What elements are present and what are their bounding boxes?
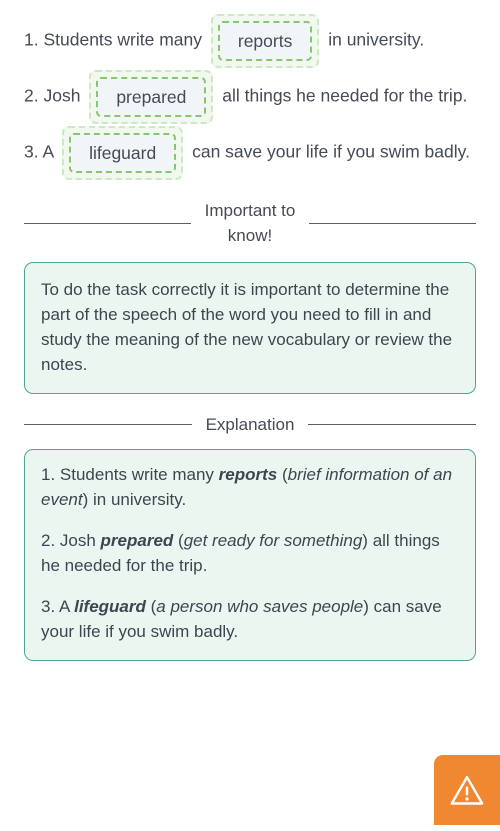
explanation-item-3-open-paren: ( — [145, 597, 157, 616]
lesson-page: 1. Students write many reports in univer… — [0, 0, 500, 831]
important-info-card: To do the task correctly it is important… — [24, 262, 476, 394]
explanation-item-3: 3. A lifeguard (a person who saves peopl… — [41, 594, 459, 644]
answer-chip-2[interactable]: prepared — [89, 70, 214, 124]
explanation-item-1-open-paren: ( — [277, 465, 288, 484]
task-sentence-2-after: all things he needed for the trip. — [222, 85, 468, 106]
explanation-divider-label: Explanation — [205, 415, 295, 434]
divider-line-left — [24, 424, 192, 425]
explanation-item-3-lead: 3. A — [41, 597, 75, 616]
answer-chip-3[interactable]: lifeguard — [62, 126, 184, 180]
divider-line-right — [308, 424, 476, 425]
task-sentence-1-after: in university. — [328, 29, 425, 50]
explanation-item-1-lead: 1. Students write many — [41, 465, 219, 484]
answer-chip-3-value[interactable]: lifeguard — [69, 133, 177, 173]
task-sentence-1: 1. Students write many reports in univer… — [24, 14, 476, 68]
answer-chip-2-value[interactable]: prepared — [96, 77, 207, 117]
divider-line-left — [24, 222, 191, 224]
explanation-item-2-lead: 2. Josh — [41, 531, 101, 550]
explanation-divider: Explanation — [24, 412, 476, 437]
important-info-text: To do the task correctly it is important… — [41, 280, 453, 374]
answer-chip-1[interactable]: reports — [210, 14, 320, 68]
report-problem-button[interactable] — [434, 755, 500, 825]
explanation-item-1: 1. Students write many reports (brief in… — [41, 462, 459, 512]
warning-triangle-icon — [449, 774, 485, 807]
explanation-item-3-keyword: lifeguard — [74, 597, 146, 616]
task-sentence-2-before: 2. Josh — [24, 85, 81, 106]
explanation-item-2-open-paren: ( — [173, 531, 184, 550]
explanation-item-1-tail: in university. — [92, 490, 187, 509]
task-sentence-list: 1. Students write many reports in univer… — [24, 0, 476, 180]
explanation-item-2: 2. Josh prepared (get ready for somethin… — [41, 528, 459, 578]
explanation-card: 1. Students write many reports (brief in… — [24, 449, 476, 661]
explanation-item-2-close-paren: ) — [362, 531, 373, 550]
explanation-item-1-keyword: reports — [218, 465, 278, 484]
explanation-item-2-keyword: prepared — [100, 531, 174, 550]
important-divider-label: Important to know! — [204, 201, 296, 245]
task-sentence-3: 3. A lifeguard can save your life if you… — [24, 126, 476, 180]
task-sentence-3-before: 3. A — [24, 141, 54, 162]
important-divider: Important to know! — [24, 198, 476, 248]
divider-line-right — [309, 222, 476, 224]
task-sentence-1-before: 1. Students write many — [24, 29, 202, 50]
explanation-item-1-close-paren: ) — [82, 490, 93, 509]
task-sentence-2: 2. Josh prepared all things he needed fo… — [24, 70, 476, 124]
explanation-item-3-definition: a person who saves people — [156, 597, 364, 616]
explanation-item-3-close-paren: ) — [363, 597, 374, 616]
task-sentence-3-after: can save your life if you swim badly. — [192, 141, 470, 162]
answer-chip-1-value[interactable]: reports — [217, 21, 313, 61]
explanation-item-2-definition: get ready for something — [183, 531, 363, 550]
